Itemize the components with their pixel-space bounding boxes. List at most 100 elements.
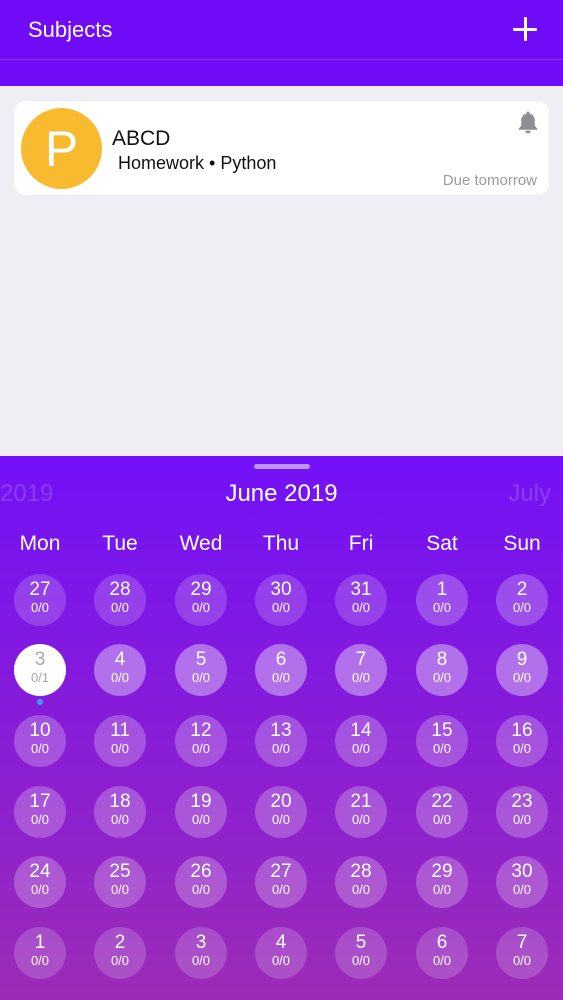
calendar-day[interactable]: 26 0/0: [175, 856, 227, 908]
calendar-day[interactable]: 3 0/0: [175, 927, 227, 979]
day-task-count: 0/0: [30, 882, 50, 897]
weekday-wed: Wed: [179, 532, 223, 555]
calendar-day[interactable]: 28 0/0: [335, 856, 387, 908]
day-number: 25: [109, 861, 131, 882]
day-task-count: 0/0: [271, 670, 291, 685]
day-number: 11: [110, 720, 130, 741]
calendar-day[interactable]: 6 0/0: [255, 644, 307, 696]
day-number: 3: [195, 932, 207, 953]
calendar-day[interactable]: 12 0/0: [175, 715, 227, 767]
day-task-count: 0/0: [191, 741, 211, 756]
day-number: 8: [436, 649, 448, 670]
calendar-day[interactable]: 17 0/0: [14, 786, 66, 838]
calendar-day[interactable]: 13 0/0: [255, 715, 307, 767]
day-number: 28: [350, 861, 372, 882]
calendar-day[interactable]: 30 0/0: [496, 856, 548, 908]
task-title: ABCD: [112, 127, 171, 150]
day-task-count: 0/0: [110, 600, 130, 615]
day-number: 30: [511, 861, 533, 882]
day-number: 9: [516, 649, 528, 670]
day-number: 23: [511, 791, 533, 812]
subject-avatar: P: [21, 108, 102, 189]
calendar-day[interactable]: 2 0/0: [496, 574, 548, 626]
calendar-day[interactable]: 31 0/0: [335, 574, 387, 626]
calendar-day[interactable]: 30 0/0: [255, 574, 307, 626]
calendar-day[interactable]: 15 0/0: [416, 715, 468, 767]
day-task-count: 0/0: [432, 741, 452, 756]
day-task-count: 0/0: [512, 953, 532, 968]
calendar-day[interactable]: 22 0/0: [416, 786, 468, 838]
day-task-count: 0/0: [432, 600, 452, 615]
calendar-day[interactable]: 24 0/0: [14, 856, 66, 908]
calendar-day[interactable]: 10 0/0: [14, 715, 66, 767]
calendar-day[interactable]: 28 0/0: [94, 574, 146, 626]
day-task-count: 0/0: [271, 882, 291, 897]
calendar-day[interactable]: 8 0/0: [416, 644, 468, 696]
weekday-sat: Sat: [426, 532, 458, 555]
calendar-day[interactable]: 21 0/0: [335, 786, 387, 838]
calendar-day[interactable]: 2 0/0: [94, 927, 146, 979]
calendar-day[interactable]: 14 0/0: [335, 715, 387, 767]
header-top: Subjects: [0, 0, 563, 60]
day-task-count: 0/0: [512, 882, 532, 897]
day-task-count: 0/0: [110, 953, 130, 968]
calendar-day[interactable]: 23 0/0: [496, 786, 548, 838]
calendar-day[interactable]: 27 0/0: [14, 574, 66, 626]
calendar-day[interactable]: 7 0/0: [496, 927, 548, 979]
weekday-tue: Tue: [102, 532, 138, 555]
day-number: 31: [350, 579, 372, 600]
calendar-day[interactable]: 6 0/0: [416, 927, 468, 979]
drag-handle[interactable]: [254, 464, 310, 469]
calendar-day[interactable]: 27 0/0: [255, 856, 307, 908]
day-task-count: 0/0: [351, 670, 371, 685]
calendar-day[interactable]: 19 0/0: [175, 786, 227, 838]
calendar-day[interactable]: 25 0/0: [94, 856, 146, 908]
day-number: 7: [355, 649, 367, 670]
day-task-count: 0/0: [191, 600, 211, 615]
calendar-day[interactable]: 9 0/0: [496, 644, 548, 696]
calendar-day[interactable]: 11 0/0: [94, 715, 146, 767]
day-number: 30: [270, 579, 292, 600]
calendar-day[interactable]: 29 0/0: [175, 574, 227, 626]
add-subject-button[interactable]: [508, 12, 542, 46]
day-task-count: 0/0: [110, 812, 130, 827]
day-number: 6: [436, 932, 448, 953]
calendar-day[interactable]: 1 0/0: [416, 574, 468, 626]
next-month-label[interactable]: July: [508, 480, 551, 508]
day-task-count: 0/0: [512, 741, 532, 756]
day-task-count: 0/0: [191, 812, 211, 827]
weekday-thu: Thu: [262, 532, 300, 555]
calendar-day[interactable]: 1 0/0: [14, 927, 66, 979]
day-number: 20: [270, 791, 292, 812]
day-task-count: 0/0: [512, 812, 532, 827]
day-task-count: 0/0: [110, 741, 130, 756]
calendar-day[interactable]: 7 0/0: [335, 644, 387, 696]
day-task-count: 0/0: [432, 953, 452, 968]
day-number: 26: [190, 861, 212, 882]
day-task-count: 0/0: [191, 882, 211, 897]
day-task-count: 0/0: [271, 600, 291, 615]
day-task-count: 0/0: [351, 600, 371, 615]
task-card[interactable]: P ABCD Homework • Python Due tomorrow: [14, 101, 549, 195]
calendar-day[interactable]: 16 0/0: [496, 715, 548, 767]
day-number: 21: [350, 791, 372, 812]
calendar-day[interactable]: 3 0/1: [14, 644, 66, 696]
calendar-day[interactable]: 18 0/0: [94, 786, 146, 838]
day-task-count: 0/0: [512, 600, 532, 615]
bell-icon[interactable]: [517, 110, 539, 134]
day-number: 24: [29, 861, 51, 882]
calendar-day[interactable]: 4 0/0: [255, 927, 307, 979]
day-number: 1: [34, 932, 46, 953]
due-label: Due tomorrow: [442, 172, 537, 189]
calendar-day[interactable]: 5 0/0: [175, 644, 227, 696]
calendar-day[interactable]: 20 0/0: [255, 786, 307, 838]
calendar-day[interactable]: 29 0/0: [416, 856, 468, 908]
day-number: 18: [109, 791, 131, 812]
day-number: 3: [34, 649, 46, 670]
calendar-day[interactable]: 5 0/0: [335, 927, 387, 979]
day-task-count: 0/0: [432, 670, 452, 685]
calendar-panel: 2019 June 2019 July Mon Tue Wed Thu Fri Sat Su…: [0, 456, 563, 1000]
day-number: 7: [516, 932, 528, 953]
day-task-count: 0/0: [191, 670, 211, 685]
calendar-day[interactable]: 4 0/0: [94, 644, 146, 696]
